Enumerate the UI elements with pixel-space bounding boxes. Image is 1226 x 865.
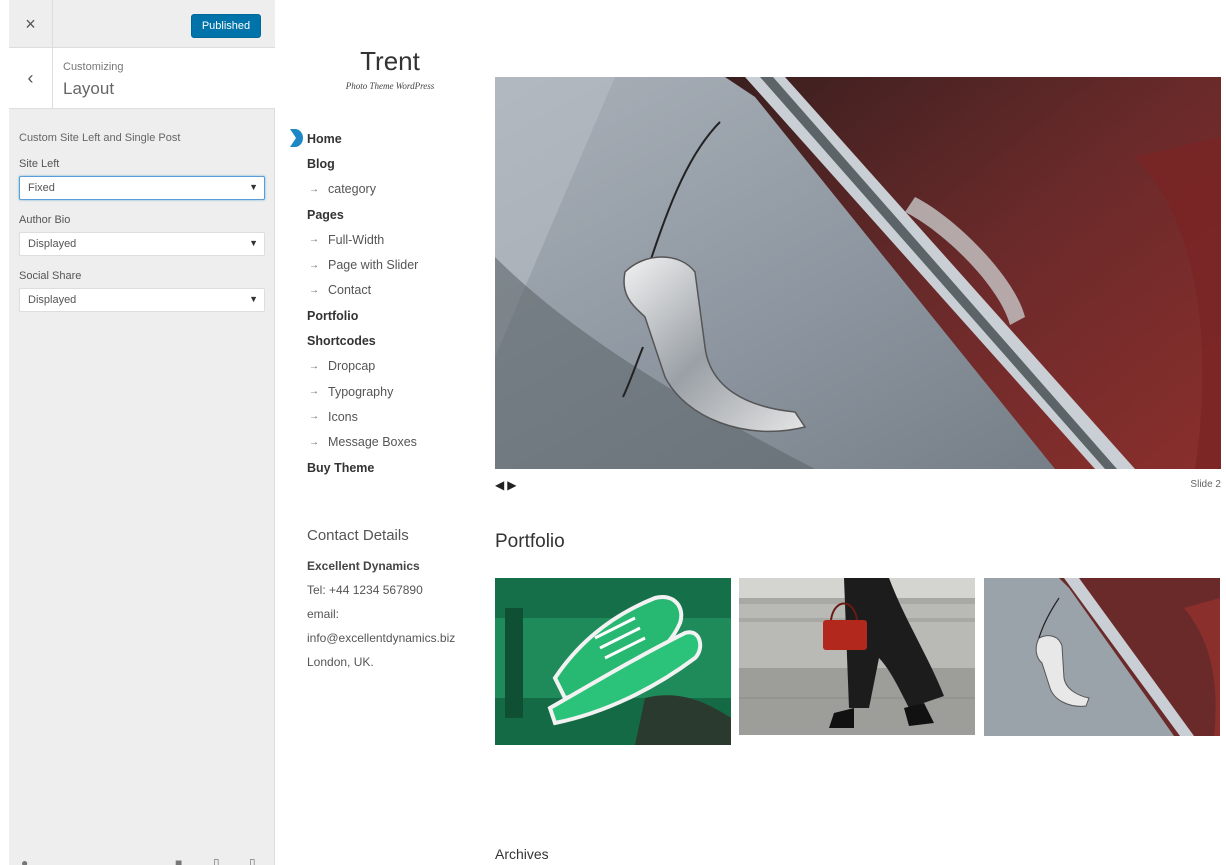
nav-item-full-width[interactable]: → Full-Width — [290, 227, 480, 252]
active-item-marker-icon — [290, 129, 303, 147]
nav-item-icons[interactable]: → Icons — [290, 404, 480, 429]
nav-item-label: Typography — [328, 384, 394, 399]
sneakers-photo — [495, 578, 731, 745]
main-navigation: Home Blog → category Pages → Full-Width → P… — [290, 126, 480, 480]
social-share-value: Displayed — [28, 294, 77, 306]
nav-item-label: Home — [307, 131, 342, 146]
slider-controls: ◀ ▶ — [495, 478, 516, 492]
site-left-label: Site Left — [19, 158, 60, 170]
nav-item-label: Full-Width — [328, 232, 385, 247]
desktop-preview-icon[interactable]: ■ — [175, 856, 182, 865]
nav-item-category[interactable]: → category — [290, 177, 480, 202]
portfolio-item-street[interactable] — [739, 578, 975, 735]
section-title: Layout — [63, 79, 115, 98]
nav-item-label: Portfolio — [307, 308, 359, 323]
arrow-right-icon: → — [309, 436, 319, 448]
nav-item-home[interactable]: Home — [290, 126, 480, 151]
nav-item-contact[interactable]: → Contact — [290, 278, 480, 303]
nav-item-blog[interactable]: Blog — [290, 151, 480, 176]
car-door-photo — [984, 578, 1220, 736]
author-bio-select[interactable]: Displayed ▼ — [19, 232, 265, 256]
nav-item-label: Pages — [307, 207, 344, 222]
nav-item-label: Dropcap — [328, 359, 376, 374]
mobile-preview-icon[interactable]: ▯ — [249, 856, 256, 865]
contact-email-label: email: — [307, 607, 340, 621]
customizer-footer: ● ■ ▯ ▯ — [9, 845, 275, 865]
nav-item-typography[interactable]: → Typography — [290, 379, 480, 404]
arrow-right-icon: → — [309, 259, 319, 271]
slide-counter: Slide 2 — [1190, 479, 1221, 490]
contact-company: Excellent Dynamics — [307, 559, 420, 573]
site-left-value: Fixed — [28, 182, 55, 194]
nav-item-label: Message Boxes — [328, 435, 417, 450]
handbag-street-photo — [739, 578, 975, 735]
contact-email[interactable]: info@excellentdynamics.biz — [307, 626, 482, 650]
arrow-right-icon: → — [309, 234, 319, 246]
contact-location: London, UK. — [307, 655, 374, 669]
dropdown-arrow-icon: ▼ — [249, 294, 258, 304]
nav-item-portfolio[interactable]: Portfolio — [290, 303, 480, 328]
hero-slider[interactable] — [495, 77, 1221, 469]
arrow-right-icon: → — [309, 284, 319, 296]
car-door-photo — [495, 77, 1221, 469]
slider-prev-icon[interactable]: ◀ — [495, 478, 504, 492]
contact-heading: Contact Details — [307, 527, 409, 544]
contact-tel: Tel: +44 1234 567890 — [307, 583, 423, 597]
portfolio-item-car-door[interactable] — [984, 578, 1220, 736]
customizer-header: × Published — [9, 0, 275, 48]
nav-item-message-boxes[interactable]: → Message Boxes — [290, 430, 480, 455]
nav-item-label: Contact — [328, 283, 372, 298]
dropdown-arrow-icon: ▼ — [249, 238, 258, 248]
nav-item-label: Shortcodes — [307, 334, 376, 349]
social-share-select[interactable]: Displayed ▼ — [19, 288, 265, 312]
customizer-panel: × Published ‹ Customizing Layout Custom … — [9, 0, 275, 865]
arrow-right-icon: → — [309, 183, 319, 195]
portfolio-item-sneakers[interactable] — [495, 578, 731, 745]
nav-item-dropcap[interactable]: → Dropcap — [290, 354, 480, 379]
slider-next-icon[interactable]: ▶ — [507, 478, 516, 492]
nav-item-pages[interactable]: Pages — [290, 202, 480, 227]
arrow-right-icon: → — [309, 386, 319, 398]
nav-item-page-with-slider[interactable]: → Page with Slider — [290, 252, 480, 277]
back-button[interactable]: ‹ — [9, 48, 53, 109]
customizer-section-header: ‹ Customizing Layout — [9, 48, 275, 109]
author-bio-label: Author Bio — [19, 214, 71, 226]
arrow-right-icon: → — [309, 411, 319, 423]
customizer-controls: Custom Site Left and Single Post Site Le… — [19, 132, 267, 326]
archives-heading: Archives — [495, 846, 549, 862]
portfolio-heading: Portfolio — [495, 531, 565, 552]
close-icon: × — [25, 13, 36, 34]
site-title[interactable]: Trent — [290, 46, 490, 77]
nav-item-shortcodes[interactable]: Shortcodes — [290, 328, 480, 353]
dropdown-arrow-icon: ▼ — [249, 182, 258, 192]
help-icon[interactable]: ● — [21, 856, 28, 865]
site-tagline: Photo Theme WordPress — [345, 81, 435, 91]
nav-item-buy-theme[interactable]: Buy Theme — [290, 455, 480, 480]
social-share-label: Social Share — [19, 270, 82, 282]
chevron-left-icon: ‹ — [27, 68, 34, 88]
contact-widget: Contact Details Excellent Dynamics Tel: … — [307, 527, 482, 674]
nav-item-label: category — [328, 182, 376, 197]
nav-item-label: Blog — [307, 156, 335, 171]
arrow-right-icon: → — [309, 360, 319, 372]
nav-item-label: Page with Slider — [328, 258, 419, 273]
site-left-select[interactable]: Fixed ▼ — [19, 176, 265, 200]
nav-item-label: Buy Theme — [307, 460, 375, 475]
tablet-preview-icon[interactable]: ▯ — [213, 856, 220, 865]
publish-button[interactable]: Published — [191, 14, 261, 38]
section-description: Custom Site Left and Single Post — [19, 132, 181, 144]
nav-item-label: Icons — [328, 409, 358, 424]
close-customizer-button[interactable]: × — [9, 0, 53, 48]
author-bio-value: Displayed — [28, 238, 77, 250]
breadcrumb: Customizing — [63, 61, 124, 73]
